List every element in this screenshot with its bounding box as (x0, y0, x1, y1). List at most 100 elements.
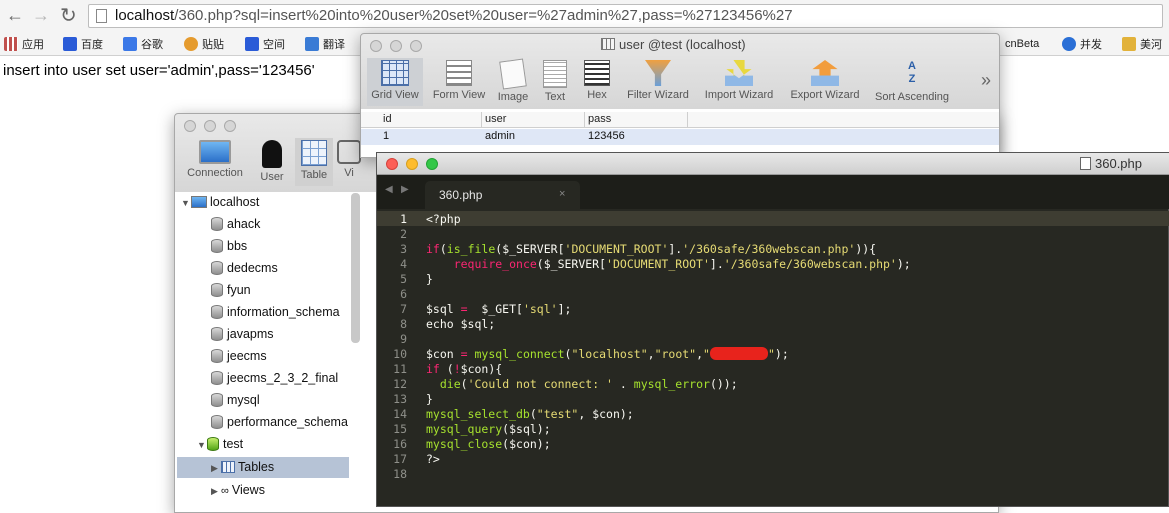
toolbar-overflow-button[interactable]: » (981, 70, 991, 91)
tab-close-icon[interactable]: × (559, 188, 565, 200)
tree-db-fyun[interactable]: fyun (211, 283, 251, 303)
database-icon (211, 393, 223, 407)
tree-db-javapms[interactable]: javapms (211, 327, 274, 347)
tree-db-mysql[interactable]: mysql (211, 393, 260, 413)
connection-button[interactable]: Connection (183, 140, 247, 179)
apps-grid-icon (4, 37, 18, 51)
toolbar-label: Sort Ascending (875, 91, 949, 103)
tree-label: information_schema (227, 305, 340, 319)
zoom-window-button[interactable] (426, 158, 438, 170)
tab-forward-icon[interactable]: ▶ (401, 184, 409, 195)
tieba-icon (184, 37, 198, 51)
toolbar-label: Hex (587, 89, 607, 101)
bookmark-bingfa[interactable]: 并发 (1062, 36, 1102, 52)
tree-db-ahack[interactable]: ahack (211, 217, 260, 237)
close-window-button[interactable] (370, 40, 382, 52)
line-number: 18 (393, 467, 407, 481)
tree-db-dedecms[interactable]: dedecms (211, 261, 278, 281)
line-number: 4 (400, 257, 407, 271)
tree-label: performance_schema (227, 415, 348, 429)
column-header-id[interactable]: id (383, 113, 392, 125)
toolbar-label: User (260, 171, 284, 183)
filter-wizard-button[interactable]: Filter Wizard (623, 60, 693, 101)
column-header-pass[interactable]: pass (588, 113, 611, 125)
bookmark-tieba[interactable]: 贴贴 (184, 36, 224, 52)
close-window-button[interactable] (386, 158, 398, 170)
minimize-window-button[interactable] (406, 158, 418, 170)
code-line: if(is_file($_SERVER['DOCUMENT_ROOT'].'/3… (426, 242, 877, 256)
grid-view-button[interactable]: Grid View (367, 58, 423, 106)
code-line: <?php (426, 212, 461, 226)
forward-arrow-icon[interactable]: → (32, 5, 50, 26)
zoom-window-button[interactable] (410, 40, 422, 52)
tree-views[interactable]: ▶ ∞ Views (211, 483, 265, 503)
address-bar[interactable]: localhost/360.php?sql=insert%20into%20us… (88, 4, 1163, 28)
database-icon (211, 327, 223, 341)
code-line: require_once($_SERVER['DOCUMENT_ROOT'].'… (453, 257, 911, 271)
disclosure-down-icon: ▼ (197, 440, 206, 450)
column-divider (584, 112, 585, 128)
form-view-button[interactable]: Form View (429, 60, 489, 101)
bookmark-baidu[interactable]: 百度 (63, 36, 103, 52)
cell-user[interactable]: admin (485, 130, 515, 142)
tab-360-php[interactable]: 360.php × (425, 181, 580, 209)
hex-grid-icon (584, 60, 610, 86)
tree-db-information-schema[interactable]: information_schema (211, 305, 340, 325)
user-button[interactable]: User (255, 140, 289, 183)
tree-db-bbs[interactable]: bbs (211, 239, 247, 259)
view-button[interactable]: Vi (337, 140, 361, 179)
bookmark-google[interactable]: 谷歌 (123, 36, 163, 52)
zoom-window-button[interactable] (224, 120, 236, 132)
code-editor-window: 360.php ◀ ▶ 360.php × 1 2 3 4 5 6 7 8 9 … (376, 152, 1169, 507)
hex-button[interactable]: Hex (581, 60, 613, 101)
tree-db-performance-schema[interactable]: performance_schema (211, 415, 348, 435)
code-line: if (!$con){ (426, 362, 503, 376)
tree-label: javapms (227, 327, 274, 341)
line-number: 10 (393, 347, 407, 361)
tree-db-jeecms-final[interactable]: jeecms_2_3_2_final (211, 371, 338, 391)
table-button[interactable]: Table (295, 138, 333, 186)
line-number: 5 (400, 272, 407, 286)
qzone-icon (245, 37, 259, 51)
bookmark-translate[interactable]: 翻译 (305, 36, 345, 52)
table-row[interactable]: 1 admin 123456 (361, 129, 999, 145)
bookmark-cnbeta[interactable]: cnBeta (1005, 36, 1039, 50)
column-header-user[interactable]: user (485, 113, 506, 125)
code-line: die('Could not connect: ' . mysql_error(… (439, 377, 738, 391)
image-button[interactable]: Image (495, 58, 531, 103)
cell-id[interactable]: 1 (383, 130, 389, 142)
url-path: /360.php?sql=insert%20into%20user%20set%… (174, 7, 793, 24)
export-wizard-button[interactable]: Export Wizard (785, 60, 865, 101)
database-icon (211, 239, 223, 253)
cell-pass[interactable]: 123456 (588, 130, 625, 142)
line-number: 16 (393, 437, 407, 451)
editor-window-title: 360.php (1080, 156, 1142, 171)
tree-db-test[interactable]: ▼ test (197, 437, 243, 457)
tree-db-jeecms[interactable]: jeecms (211, 349, 267, 369)
toolbar-label: Text (544, 91, 566, 103)
tree-tables-selected[interactable]: ▶ Tables (177, 457, 349, 478)
tree-connection-localhost[interactable]: ▼ localhost (181, 195, 259, 215)
url-text[interactable]: localhost/360.php?sql=insert%20into%20us… (115, 7, 793, 24)
minimize-window-button[interactable] (204, 120, 216, 132)
sort-ascending-button[interactable]: AZ Sort Ascending (869, 60, 955, 103)
bookmark-label: 空间 (263, 39, 285, 51)
bookmark-apps[interactable]: 应用 (4, 36, 44, 52)
code-line: $con = mysql_connect("localhost","root",… (426, 347, 789, 361)
sidebar-scrollbar[interactable] (351, 193, 360, 343)
filter-funnel-icon (645, 60, 671, 86)
bookmark-meihe[interactable]: 美河 (1122, 36, 1162, 52)
text-button[interactable]: Text (539, 60, 571, 103)
bookmark-qzone[interactable]: 空间 (245, 36, 285, 52)
tree-tables-label: ▶ Tables (211, 460, 275, 474)
minimize-window-button[interactable] (390, 40, 402, 52)
reload-icon[interactable]: ↻ (60, 3, 77, 28)
import-wizard-button[interactable]: Import Wizard (699, 60, 779, 101)
baidu-paw-icon (63, 37, 77, 51)
tree-label: jeecms (227, 349, 267, 363)
translate-icon (305, 37, 319, 51)
back-arrow-icon[interactable]: ← (6, 5, 24, 26)
tab-back-icon[interactable]: ◀ (385, 184, 393, 195)
close-window-button[interactable] (184, 120, 196, 132)
toolbar-label: Connection (187, 167, 243, 179)
